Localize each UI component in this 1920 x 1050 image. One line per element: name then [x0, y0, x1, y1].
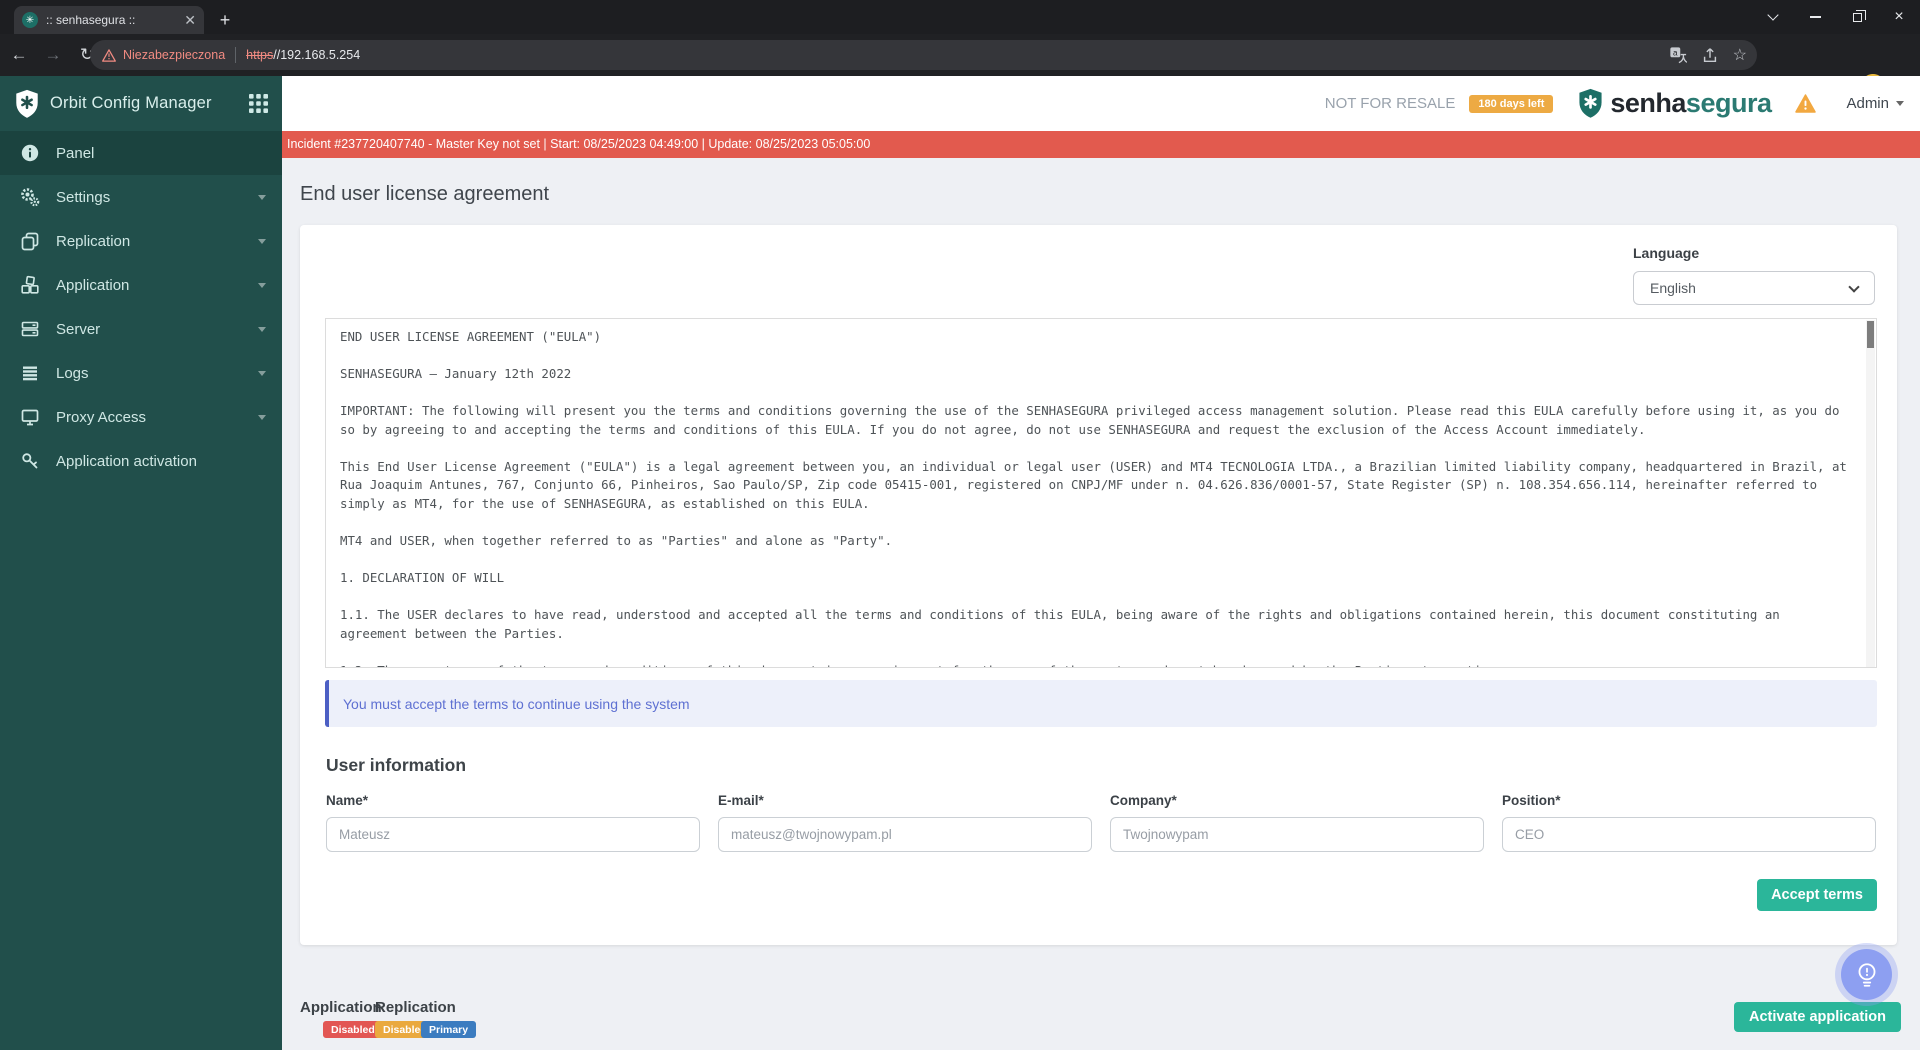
- omnibox-divider: [235, 47, 237, 63]
- tab-favicon-icon: ✳: [22, 12, 38, 28]
- email-label: E-mail*: [718, 793, 764, 808]
- brand-text-teal: segura: [1685, 88, 1772, 118]
- tab-search-icon[interactable]: [1752, 0, 1794, 34]
- position-field[interactable]: [1502, 817, 1876, 852]
- share-icon[interactable]: [1701, 46, 1719, 64]
- tab-title: :: senhasegura ::: [46, 13, 136, 27]
- sidebar: Orbit Config Manager Panel Settings Repl…: [0, 76, 282, 1050]
- browser-tabstrip: ✳ :: senhasegura :: ✕ + ×: [0, 0, 1920, 34]
- chevron-down-icon: [258, 326, 266, 332]
- eula-card: Language English END USER LICENSE AGREEM…: [300, 225, 1897, 945]
- svg-text:a: a: [1673, 48, 1678, 57]
- monitor-icon: [21, 409, 39, 426]
- new-tab-button[interactable]: +: [212, 7, 238, 33]
- sidebar-item-logs[interactable]: Logs: [0, 351, 282, 395]
- chevron-down-icon: [258, 282, 266, 288]
- browser-toolbar: ← → ↻ Niezabezpieczona https//192.168.5.…: [0, 34, 1920, 98]
- incident-banner-text: Incident #237720407740 - Master Key not …: [287, 137, 871, 151]
- window-restore-button[interactable]: [1836, 0, 1878, 34]
- sidebar-item-replication[interactable]: Replication: [0, 219, 282, 263]
- activate-application-button[interactable]: Activate application: [1734, 1002, 1901, 1032]
- forward-button[interactable]: →: [38, 40, 68, 70]
- name-field[interactable]: [326, 817, 700, 852]
- chevron-down-icon: [258, 414, 266, 420]
- page-title: End user license agreement: [300, 183, 550, 205]
- senhasegura-logo: senhasegura: [1577, 88, 1772, 119]
- copy-icon: [21, 232, 39, 251]
- eula-text: END USER LICENSE AGREEMENT ("EULA") SENH…: [340, 329, 1847, 667]
- tab-close-icon[interactable]: ✕: [184, 13, 196, 27]
- window-minimize-button[interactable]: [1794, 0, 1836, 34]
- language-label: Language: [1633, 245, 1700, 261]
- sidebar-item-application[interactable]: Application: [0, 263, 282, 307]
- security-warning-text: Niezabezpieczona: [123, 48, 226, 62]
- accept-terms-notice: You must accept the terms to continue us…: [325, 680, 1877, 727]
- name-label: Name*: [326, 793, 369, 808]
- orbit-shield-logo-icon: [16, 89, 38, 118]
- eula-scrollbar-thumb[interactable]: [1867, 321, 1874, 348]
- sidebar-item-settings[interactable]: Settings: [0, 175, 282, 219]
- application-disabled-badge: Disabled: [323, 1021, 383, 1038]
- back-button[interactable]: ←: [4, 40, 34, 70]
- accept-terms-button[interactable]: Accept terms: [1757, 879, 1877, 911]
- language-select[interactable]: English: [1633, 271, 1875, 305]
- window-close-button[interactable]: ×: [1878, 0, 1920, 34]
- days-left-badge: 180 days left: [1469, 94, 1554, 113]
- sidebar-item-panel[interactable]: Panel: [0, 131, 282, 175]
- url-host: //192.168.5.254: [273, 48, 361, 62]
- email-field[interactable]: [718, 817, 1092, 852]
- brand-text-dark: senha: [1610, 88, 1686, 118]
- user-information-heading: User information: [326, 755, 467, 775]
- address-bar[interactable]: Niezabezpieczona https//192.168.5.254 a …: [90, 40, 1757, 70]
- eula-scrollbar[interactable]: [1866, 320, 1875, 667]
- logs-icon: [23, 366, 37, 381]
- sidebar-item-server[interactable]: Server: [0, 307, 282, 351]
- company-field[interactable]: [1110, 817, 1484, 852]
- chevron-down-icon: [1896, 101, 1904, 106]
- app-title: Orbit Config Manager: [50, 94, 212, 112]
- chevron-down-icon: [258, 194, 266, 200]
- info-icon: [21, 144, 39, 162]
- application-status-label: Application: [300, 999, 382, 1016]
- translate-icon[interactable]: a: [1669, 46, 1687, 64]
- license-type-text: NOT FOR RESALE: [1324, 95, 1456, 112]
- header-warning-icon[interactable]: [1795, 94, 1817, 113]
- help-fab-button[interactable]: [1841, 949, 1892, 1000]
- bookmark-star-icon[interactable]: ☆: [1733, 45, 1747, 65]
- lightbulb-icon: [1858, 962, 1875, 987]
- user-menu[interactable]: Admin: [1846, 95, 1904, 112]
- chevron-down-icon: [258, 238, 266, 244]
- user-menu-label: Admin: [1846, 95, 1889, 112]
- server-icon: [21, 321, 39, 337]
- eula-textarea[interactable]: END USER LICENSE AGREEMENT ("EULA") SENH…: [325, 318, 1877, 668]
- chevron-down-icon: [258, 370, 266, 376]
- incident-banner: Incident #237720407740 - Master Key not …: [282, 131, 1920, 158]
- position-label: Position*: [1502, 793, 1561, 808]
- replication-status-label: Replication: [375, 999, 456, 1016]
- url-scheme: https: [246, 48, 274, 62]
- sidebar-item-proxy-access[interactable]: Proxy Access: [0, 395, 282, 439]
- company-label: Company*: [1110, 793, 1177, 808]
- not-secure-warning-icon: [102, 48, 116, 62]
- apps-grid-icon[interactable]: [249, 94, 268, 113]
- cubes-icon: [21, 275, 39, 294]
- key-icon: [22, 453, 38, 469]
- app-header: NOT FOR RESALE 180 days left senhasegura…: [282, 76, 1920, 131]
- gears-icon: [21, 188, 40, 207]
- browser-tab[interactable]: ✳ :: senhasegura :: ✕: [14, 6, 204, 34]
- brand-shield-icon: [1579, 88, 1602, 118]
- sidebar-item-application-activation[interactable]: Application activation: [0, 439, 282, 483]
- replication-primary-badge: Primary: [421, 1021, 477, 1038]
